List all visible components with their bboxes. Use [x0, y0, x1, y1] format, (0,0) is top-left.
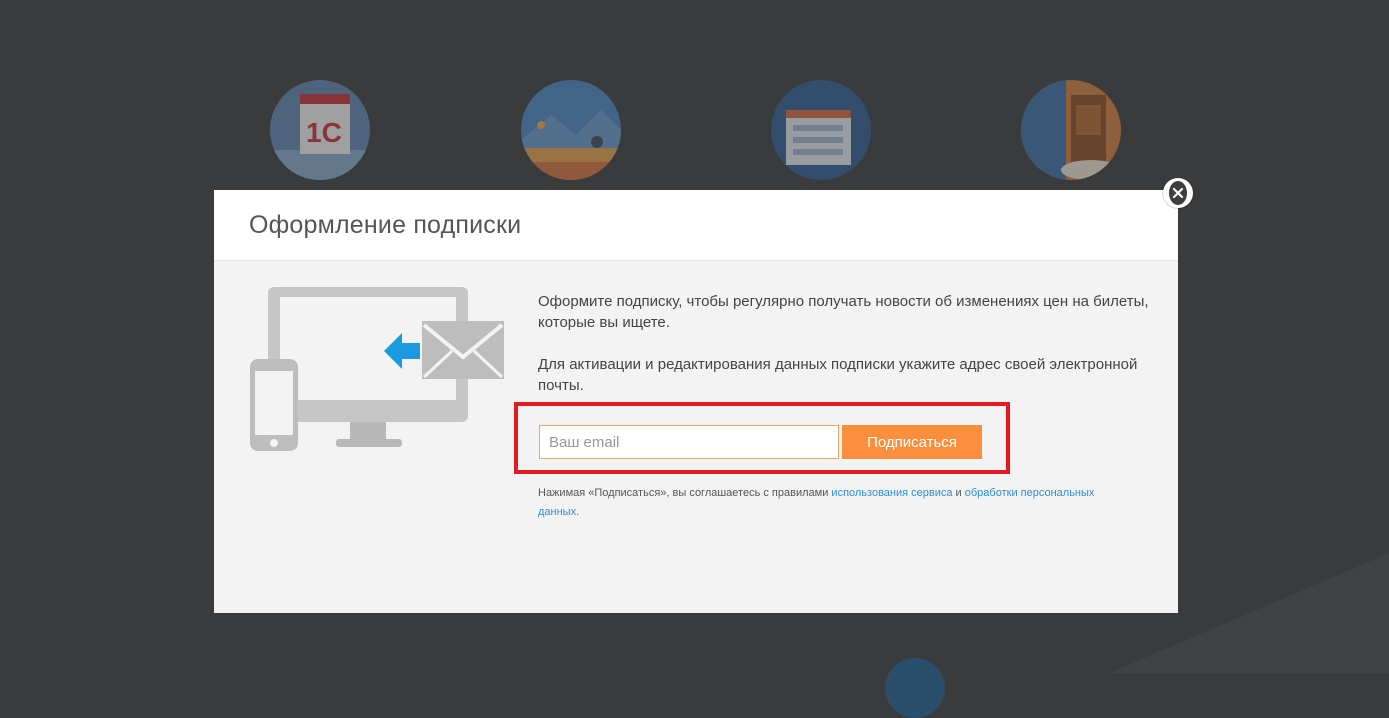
subscribe-button[interactable]: Подписаться — [842, 425, 982, 459]
close-icon — [1169, 181, 1187, 205]
doorway-image — [1021, 80, 1121, 180]
intro-text: Оформите подписку, чтобы регулярно получ… — [538, 293, 1149, 331]
modal-title: Оформление подписки — [249, 210, 522, 239]
service-terms-link[interactable]: использования сервиса — [831, 487, 952, 499]
terms-suffix: . — [576, 506, 580, 518]
beach-image — [521, 80, 621, 180]
terms-middle: и — [952, 487, 965, 499]
instruction-text: Для активации и редактирования данных по… — [538, 356, 1138, 394]
modal-header: Оформление подписки — [214, 190, 1178, 261]
terms-text: Нажимая «Подписаться», вы соглашаетесь с… — [538, 484, 1138, 522]
email-input[interactable] — [539, 425, 839, 459]
close-button[interactable] — [1163, 178, 1193, 208]
documents-image — [771, 80, 871, 180]
calendar-label: 1С — [306, 117, 342, 148]
monitor-phone-mail-icon — [250, 287, 510, 457]
subscription-modal: Оформление подписки Оформите подписку, ч… — [214, 190, 1178, 613]
terms-prefix: Нажимая «Подписаться», вы соглашаетесь с… — [538, 487, 832, 499]
modal-content: Оформите подписку, чтобы регулярно получ… — [538, 291, 1153, 417]
background-circle-bottom — [885, 658, 945, 718]
calendar-1c-image: 1С — [270, 80, 370, 180]
